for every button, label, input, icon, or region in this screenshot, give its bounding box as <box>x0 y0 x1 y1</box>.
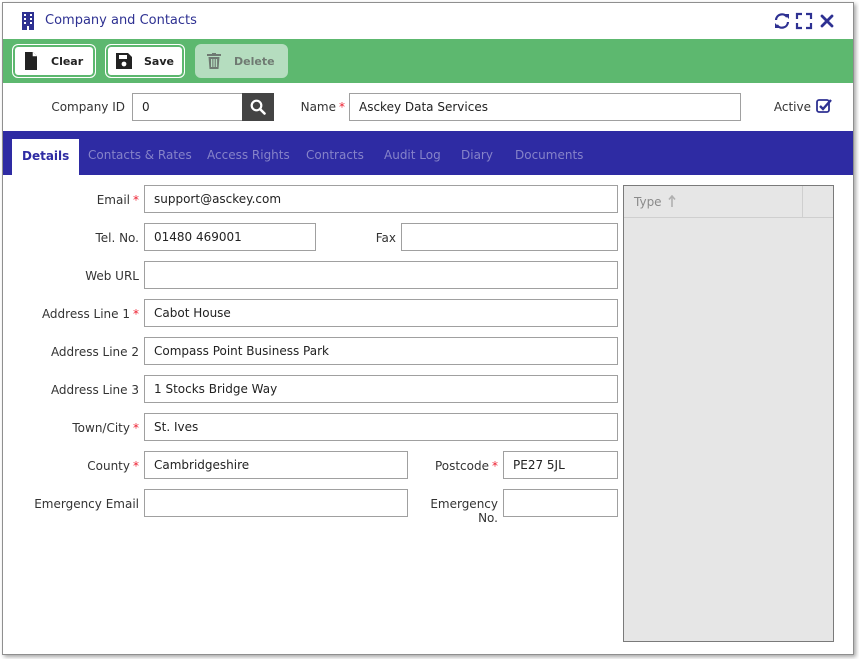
tab-diary[interactable]: Diary <box>461 148 493 162</box>
town-city-required-marker: * <box>133 421 139 435</box>
tab-contacts-rates[interactable]: Contacts & Rates <box>88 148 192 162</box>
company-name-input[interactable] <box>349 93 741 121</box>
tab-bar: Details Contacts & Rates Access Rights C… <box>3 131 853 175</box>
refresh-icon <box>774 13 790 29</box>
company-id-label: Company ID <box>51 100 125 114</box>
address-line-1-label-text: Address Line 1 <box>41 307 130 321</box>
sort-arrow-up-icon <box>668 195 676 207</box>
fax-label: Fax <box>375 231 396 245</box>
address-line-1-input[interactable] <box>144 299 618 327</box>
email-required-marker: * <box>133 193 139 207</box>
postcode-label: Postcode * <box>413 459 498 473</box>
postcode-label-text: Postcode <box>434 459 489 473</box>
type-column-label: Type <box>634 195 662 209</box>
tab-audit-log[interactable]: Audit Log <box>384 148 441 162</box>
emergency-no-input[interactable] <box>503 489 618 517</box>
town-city-label-text: Town/City <box>72 421 130 435</box>
tab-contracts[interactable]: Contracts <box>306 148 364 162</box>
address-line-3-label: Address Line 3 <box>50 383 139 397</box>
address-line-1-required-marker: * <box>133 307 139 321</box>
building-icon <box>22 12 34 30</box>
type-column-header[interactable]: Type <box>624 186 833 218</box>
company-contacts-window: Company and Contacts Clear Save Delete C… <box>2 2 854 655</box>
county-label-text: County <box>87 459 130 473</box>
email-label: Email * <box>3 193 139 207</box>
clear-label: Clear <box>51 54 84 68</box>
company-id-input[interactable] <box>132 93 243 121</box>
name-required-marker: * <box>339 100 345 114</box>
fax-input[interactable] <box>401 223 618 251</box>
web-url-input[interactable] <box>144 261 618 289</box>
address-line-1-label: Address Line 1 * <box>3 307 139 321</box>
town-city-label: Town/City * <box>3 421 139 435</box>
tab-access-rights[interactable]: Access Rights <box>207 148 290 162</box>
county-input[interactable] <box>144 451 408 479</box>
title-bar: Company and Contacts <box>3 3 853 39</box>
county-label: County * <box>3 459 139 473</box>
new-document-icon <box>25 52 37 70</box>
emergency-email-input[interactable] <box>144 489 408 517</box>
name-label-text: Name <box>300 100 336 114</box>
emergency-email-label: Emergency Email <box>34 497 139 511</box>
search-icon <box>250 99 266 115</box>
address-line-3-input[interactable] <box>144 375 618 403</box>
town-city-input[interactable] <box>144 413 618 441</box>
tab-documents[interactable]: Documents <box>515 148 583 162</box>
maximize-button[interactable] <box>795 12 813 30</box>
details-form: Email* Tel. No. Fax Web URL Address Line… <box>3 175 853 654</box>
save-button[interactable]: Save <box>105 44 185 78</box>
name-label: Name * <box>265 100 345 114</box>
toolbar: Clear Save Delete <box>3 39 853 83</box>
close-button[interactable] <box>818 12 836 30</box>
tel-label: Tel. No. <box>95 231 139 245</box>
postcode-required-marker: * <box>492 459 498 473</box>
email-input[interactable] <box>144 185 618 213</box>
clear-button[interactable]: Clear <box>12 44 96 78</box>
tab-details[interactable]: Details <box>12 139 80 175</box>
type-list-panel: Type <box>623 185 834 642</box>
active-label: Active <box>773 100 811 114</box>
refresh-button[interactable] <box>773 12 791 30</box>
postcode-input[interactable] <box>503 451 618 479</box>
web-url-label: Web URL <box>85 269 139 283</box>
save-label: Save <box>144 54 174 68</box>
email-label-text: Email <box>96 193 130 207</box>
column-separator <box>802 186 803 218</box>
active-checkbox[interactable] <box>816 98 832 114</box>
address-line-2-label: Address Line 2 <box>50 345 139 359</box>
close-icon <box>820 14 834 28</box>
county-required-marker: * <box>133 459 139 473</box>
emergency-no-label: Emergency No. <box>430 497 498 525</box>
expand-icon <box>795 12 813 30</box>
delete-label: Delete <box>234 54 275 68</box>
window-title: Company and Contacts <box>45 13 197 28</box>
save-disk-icon <box>116 53 132 69</box>
company-header: Company ID Name* Active <box>3 83 853 131</box>
address-line-2-input[interactable] <box>144 337 618 365</box>
trash-icon <box>207 53 221 69</box>
tel-input[interactable] <box>144 223 316 251</box>
delete-button[interactable]: Delete <box>195 44 288 78</box>
